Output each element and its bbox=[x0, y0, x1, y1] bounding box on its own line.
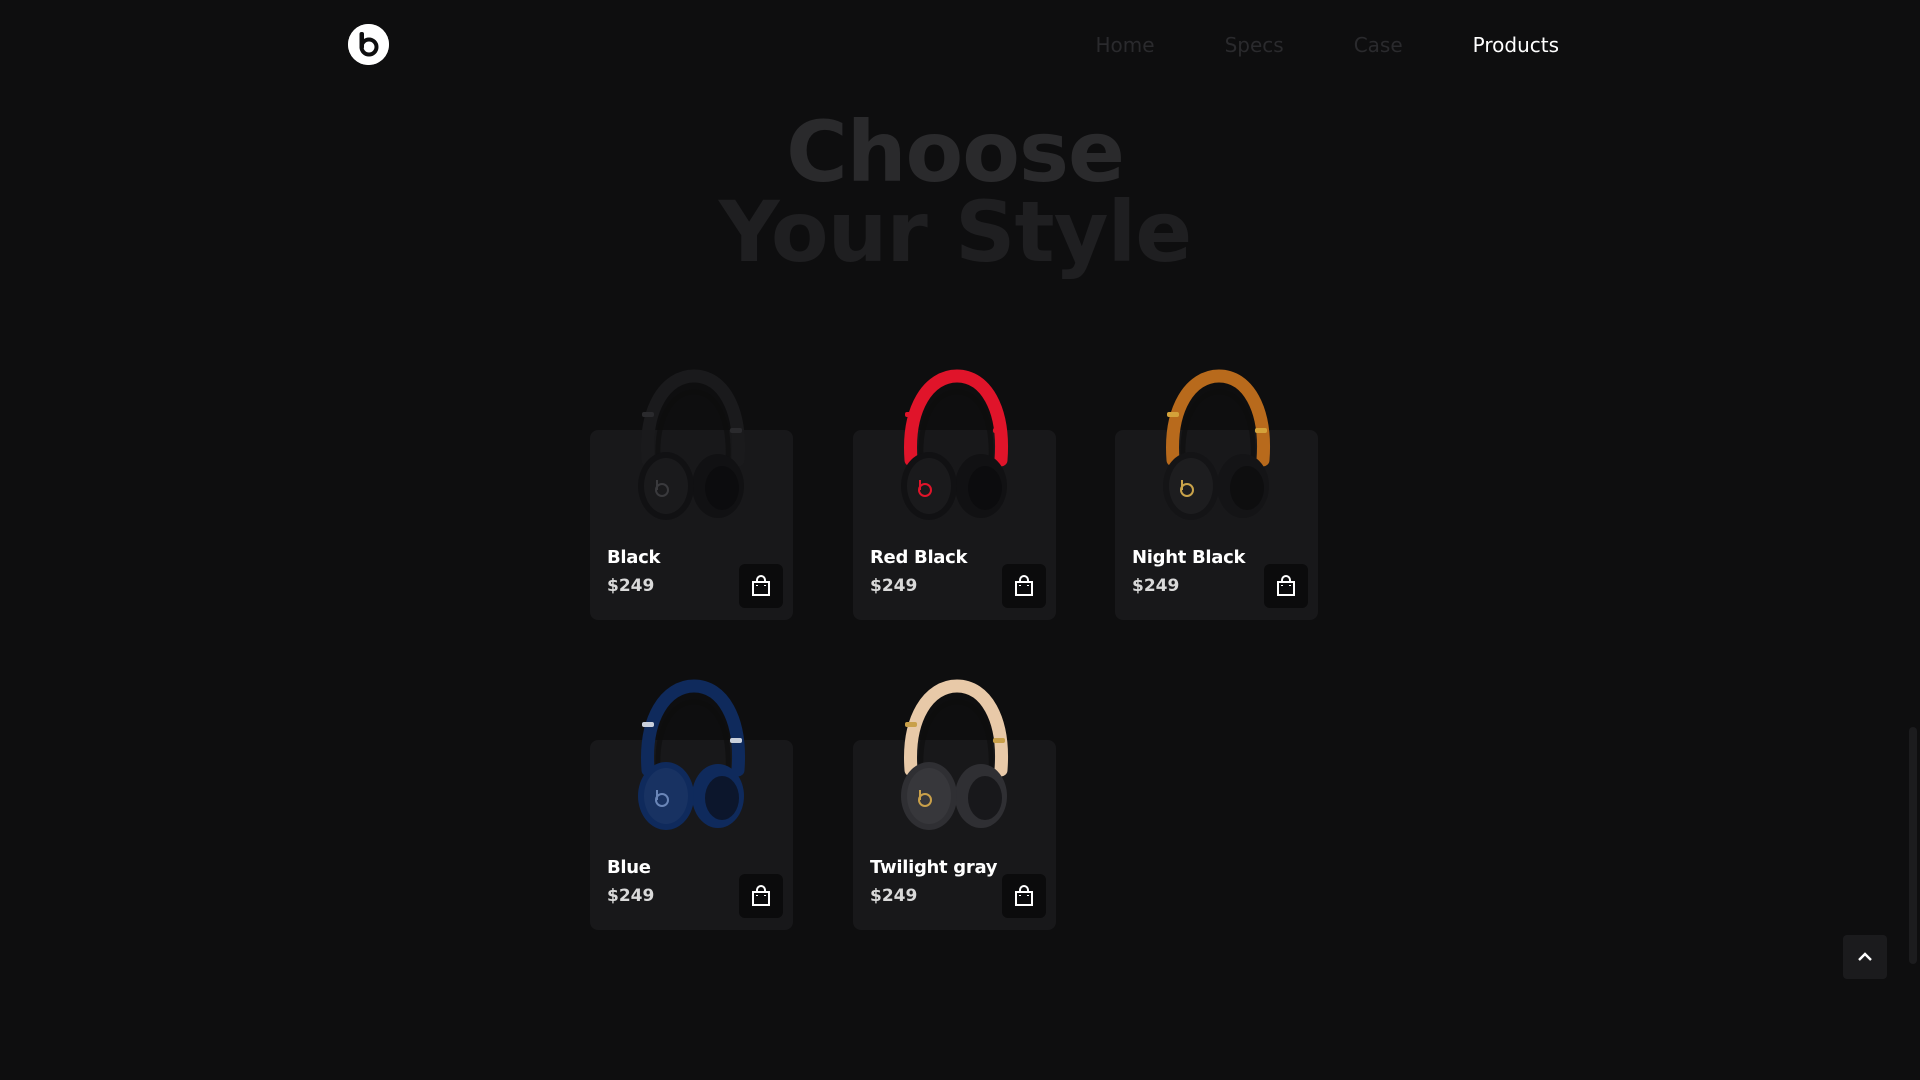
beats-logo-icon[interactable] bbox=[348, 24, 389, 65]
headphones-image bbox=[1163, 369, 1271, 520]
add-to-cart-button[interactable] bbox=[1002, 874, 1046, 918]
product-price: $249 bbox=[607, 576, 655, 596]
product-card-red-black[interactable]: Red Black $249 bbox=[853, 369, 1056, 620]
headphones-image bbox=[901, 679, 1009, 830]
product-name: Night Black bbox=[1132, 547, 1246, 568]
add-to-cart-button[interactable] bbox=[1002, 564, 1046, 608]
headphones-image bbox=[638, 679, 746, 830]
page-title: Choose Your Style bbox=[0, 103, 1910, 281]
add-to-cart-button[interactable] bbox=[739, 564, 783, 608]
product-price: $249 bbox=[607, 886, 655, 906]
product-price: $249 bbox=[870, 886, 918, 906]
shopping-bag-icon bbox=[752, 885, 770, 906]
nav-home[interactable]: Home bbox=[1096, 30, 1155, 60]
add-to-cart-button[interactable] bbox=[1264, 564, 1308, 608]
product-card-blue[interactable]: Blue $249 bbox=[590, 679, 793, 930]
product-price: $249 bbox=[1132, 576, 1180, 596]
title-line-2: Your Style bbox=[718, 183, 1192, 281]
scroll-to-top-button[interactable] bbox=[1843, 935, 1887, 979]
add-to-cart-button[interactable] bbox=[739, 874, 783, 918]
product-name: Twilight gray bbox=[870, 857, 998, 878]
product-name: Blue bbox=[607, 857, 651, 878]
headphones-image bbox=[901, 369, 1009, 520]
product-card-night-black[interactable]: Night Black $249 bbox=[1115, 369, 1318, 620]
shopping-bag-icon bbox=[1015, 885, 1033, 906]
nav-case[interactable]: Case bbox=[1354, 30, 1403, 60]
scrollbar[interactable] bbox=[1909, 727, 1917, 964]
product-price: $249 bbox=[870, 576, 918, 596]
shopping-bag-icon bbox=[752, 575, 770, 596]
shopping-bag-icon bbox=[1277, 575, 1295, 596]
headphones-image bbox=[638, 369, 746, 520]
chevron-up-icon bbox=[1858, 952, 1872, 961]
main-nav: Home Specs Case Products bbox=[1026, 30, 1560, 60]
product-name: Black bbox=[607, 547, 661, 568]
product-card-twilight-gray[interactable]: Twilight gray $249 bbox=[853, 679, 1056, 930]
nav-specs[interactable]: Specs bbox=[1225, 30, 1284, 60]
page: Home Specs Case Products Choose Your Sty… bbox=[0, 0, 1920, 1080]
shopping-bag-icon bbox=[1015, 575, 1033, 596]
product-card-black[interactable]: Black $249 bbox=[590, 369, 793, 620]
title-line-1: Choose bbox=[786, 103, 1125, 201]
nav-products[interactable]: Products bbox=[1473, 30, 1559, 60]
product-name: Red Black bbox=[870, 547, 968, 568]
